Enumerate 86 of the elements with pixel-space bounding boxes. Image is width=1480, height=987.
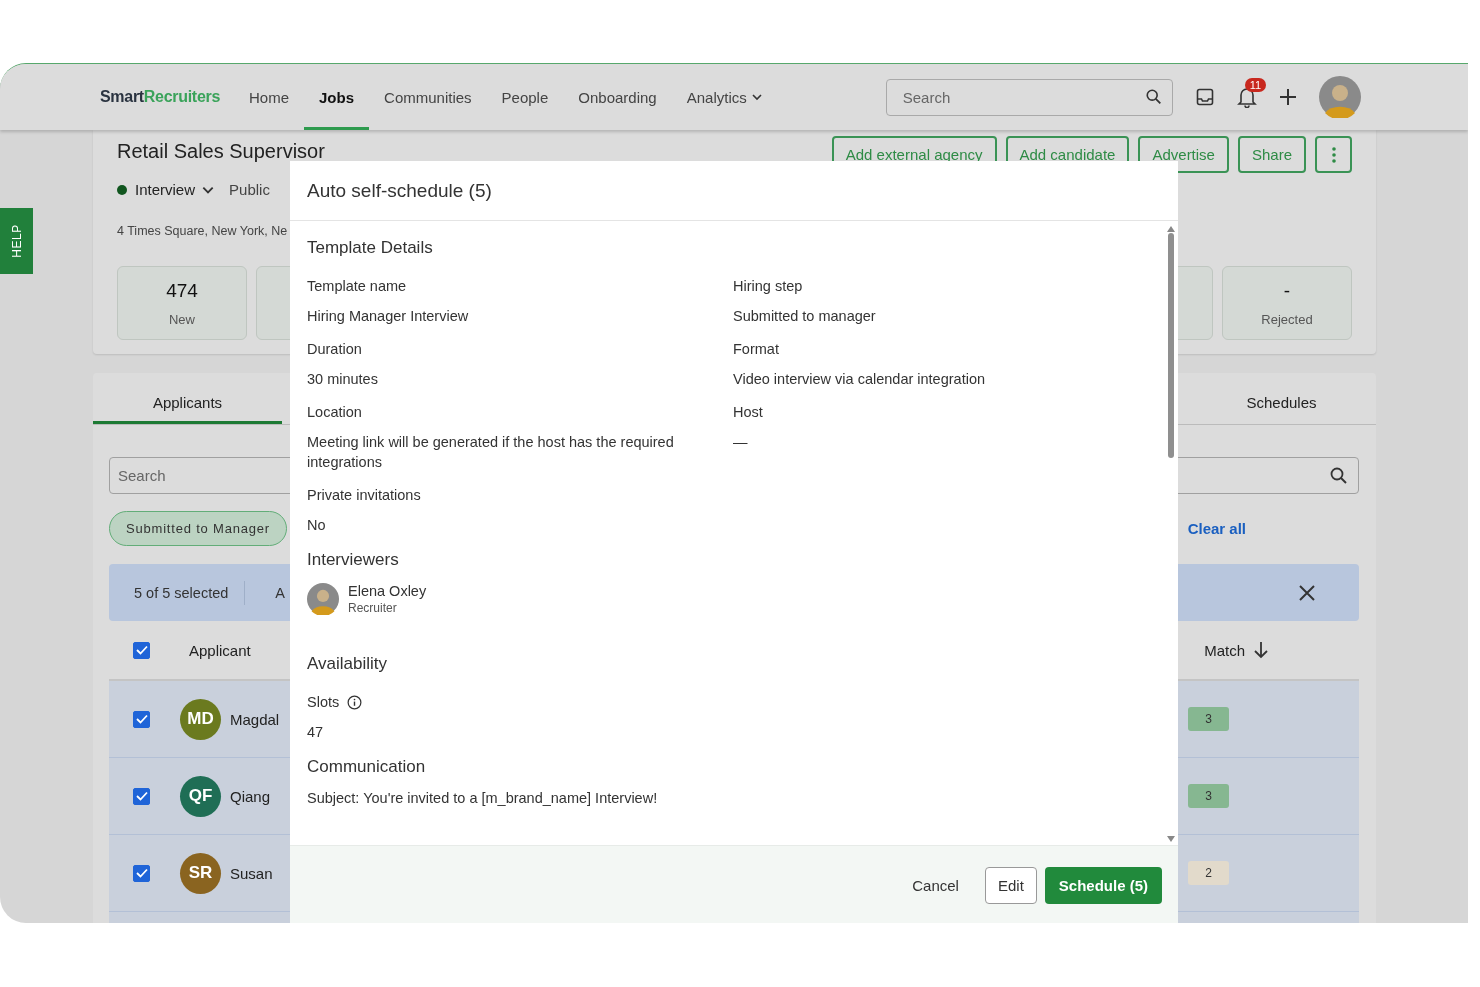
field-label: Slots bbox=[307, 693, 340, 712]
field-label: Format bbox=[733, 340, 779, 359]
selection-count: 5 of 5 selected bbox=[134, 584, 229, 601]
applicant-name[interactable]: Qiang bbox=[230, 787, 271, 805]
checkmark-icon bbox=[134, 643, 149, 657]
applicant-name[interactable]: Magdal bbox=[230, 710, 280, 728]
nav-tab[interactable]: Analytics bbox=[671, 64, 778, 130]
initials-avatar: MD bbox=[180, 698, 221, 740]
applicant-name[interactable]: Susan bbox=[230, 864, 273, 882]
field-value: No bbox=[307, 516, 327, 535]
field-value: 30 minutes bbox=[307, 370, 379, 389]
field-label: Host bbox=[733, 403, 763, 422]
dialog-button[interactable]: Edit bbox=[984, 866, 1037, 904]
visibility-label: Public bbox=[229, 181, 270, 198]
field-label: Hiring step bbox=[733, 277, 803, 296]
search-icon bbox=[1329, 465, 1349, 486]
dialog-button[interactable]: Cancel bbox=[900, 866, 971, 904]
column-header[interactable]: Applicant bbox=[189, 641, 251, 659]
bulk-action[interactable]: A bbox=[275, 584, 285, 601]
help-tab[interactable]: HELP bbox=[0, 208, 33, 274]
initials-avatar: SR bbox=[180, 852, 221, 894]
field-label: Template name bbox=[307, 277, 407, 296]
plus-icon[interactable] bbox=[1278, 88, 1297, 106]
column-header[interactable]: Match bbox=[1204, 641, 1245, 659]
field-value: — bbox=[733, 433, 749, 452]
section-heading: Template Details bbox=[307, 237, 434, 259]
notification-badge: 11 bbox=[1244, 78, 1267, 92]
section-heading: Availability bbox=[307, 653, 388, 675]
field-label: Duration bbox=[307, 340, 362, 359]
field-value: Meeting link will be generated if the host has the required integrations bbox=[307, 433, 675, 472]
match-score-badge: 2 bbox=[1188, 861, 1229, 885]
checkmark-icon bbox=[134, 789, 149, 803]
job-title: Retail Sales Supervisor bbox=[117, 140, 325, 163]
status-dot-icon bbox=[117, 184, 127, 195]
scroll-up-arrow-icon[interactable] bbox=[1167, 226, 1175, 232]
field-value: Hiring Manager Interview bbox=[307, 307, 470, 326]
logo[interactable]: SmartRecruiters bbox=[100, 88, 220, 106]
row-checkbox[interactable] bbox=[133, 710, 150, 728]
row-checkbox[interactable] bbox=[133, 864, 150, 882]
section-heading: Interviewers bbox=[307, 549, 400, 571]
stat-value: - bbox=[1283, 279, 1291, 302]
nav-tab[interactable]: People bbox=[486, 64, 564, 130]
nav-tab[interactable]: Home bbox=[234, 64, 305, 130]
nav-tab[interactable]: Onboarding bbox=[563, 64, 672, 130]
filter-chip[interactable]: Submitted to Manager bbox=[109, 511, 287, 546]
user-avatar-icon[interactable] bbox=[1318, 76, 1361, 118]
more-vertical-icon bbox=[1331, 146, 1336, 163]
dialog-button[interactable]: Schedule (5) bbox=[1044, 866, 1162, 904]
dialog-title: Auto self-schedule (5) bbox=[307, 179, 492, 202]
stat-card[interactable]: - Rejected bbox=[1222, 266, 1352, 340]
chevron-down-icon bbox=[750, 91, 763, 103]
checkmark-icon bbox=[134, 866, 149, 880]
field-label: Location bbox=[307, 403, 362, 422]
field-value: 47 bbox=[307, 723, 325, 742]
more-button[interactable] bbox=[1315, 136, 1352, 173]
job-address: 4 Times Square, New York, Ne bbox=[117, 224, 288, 238]
stat-label: New bbox=[169, 311, 195, 327]
checkmark-icon bbox=[134, 712, 149, 726]
person-avatar-icon bbox=[307, 583, 339, 615]
row-checkbox[interactable] bbox=[133, 787, 150, 805]
arrow-down-icon[interactable] bbox=[1253, 641, 1269, 659]
tab[interactable]: Applicants bbox=[93, 373, 282, 424]
field-value: Submitted to manager bbox=[733, 307, 877, 326]
interviewer-name: Elena Oxley bbox=[348, 583, 427, 599]
initials-avatar: QF bbox=[180, 775, 221, 817]
field-value: Video interview via calendar integration bbox=[733, 370, 987, 389]
match-score-badge: 3 bbox=[1188, 707, 1229, 731]
status-dropdown[interactable]: Interview bbox=[135, 181, 216, 198]
stat-card[interactable]: 474 New bbox=[117, 266, 247, 340]
interviewer-role: Recruiter bbox=[348, 601, 398, 615]
section-heading: Communication bbox=[307, 756, 427, 778]
search-icon bbox=[1144, 88, 1163, 106]
match-score-badge: 3 bbox=[1188, 784, 1229, 808]
clear-all-link[interactable]: Clear all bbox=[1187, 520, 1246, 537]
search-field[interactable]: Search bbox=[885, 78, 1173, 116]
scroll-down-arrow-icon[interactable] bbox=[1167, 836, 1175, 842]
close-icon[interactable] bbox=[1299, 584, 1315, 601]
inbox-tray-icon[interactable] bbox=[1194, 87, 1215, 107]
stat-label: Rejected bbox=[1261, 311, 1313, 327]
select-all-checkbox[interactable] bbox=[133, 641, 150, 659]
nav-tab[interactable]: Communities bbox=[369, 64, 487, 130]
email-subject: Subject: You're invited to a [m_brand_name] Interview! bbox=[307, 790, 659, 806]
field-label: Private invitations bbox=[307, 486, 421, 505]
info-icon[interactable] bbox=[347, 694, 363, 710]
tab[interactable]: Schedules bbox=[1187, 373, 1376, 424]
stat-value: 474 bbox=[166, 279, 198, 302]
